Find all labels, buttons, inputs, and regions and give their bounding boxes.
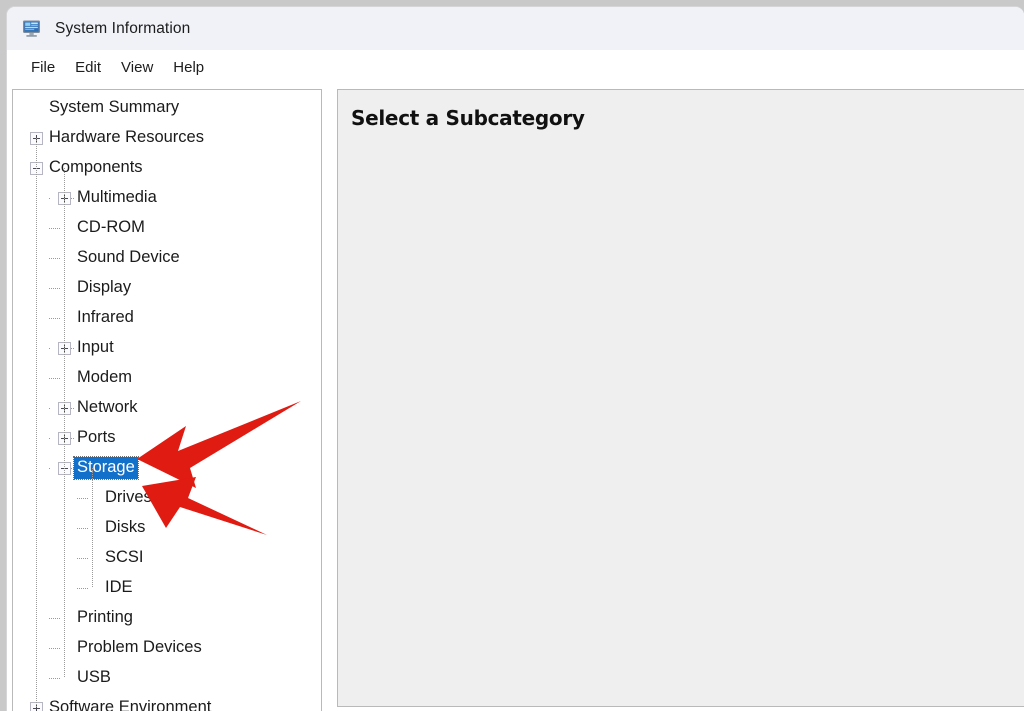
tree-connector-line bbox=[71, 468, 74, 469]
tree-connector-line bbox=[49, 318, 60, 319]
tree-item-label: Problem Devices bbox=[77, 638, 202, 657]
tree-connector-line bbox=[71, 348, 74, 349]
tree-connector-line bbox=[49, 648, 60, 649]
tree-connector-line bbox=[49, 288, 60, 289]
tree-item-modem[interactable]: Modem bbox=[13, 363, 321, 393]
tree-connector-line bbox=[49, 468, 51, 469]
tree-item-drives[interactable]: Drives bbox=[13, 483, 321, 513]
menu-item-help[interactable]: Help bbox=[163, 57, 214, 78]
tree-connector-line bbox=[77, 558, 88, 559]
tree-connector-line bbox=[49, 258, 60, 259]
category-tree: System Summary Hardware Resources Componen… bbox=[13, 90, 321, 711]
tree-item-label: Sound Device bbox=[77, 248, 180, 267]
tree-item-software-environment[interactable]: Software Environment bbox=[13, 693, 321, 711]
tree-item-label: CD-ROM bbox=[77, 218, 145, 237]
tree-connector-line bbox=[71, 438, 74, 439]
menu-item-edit[interactable]: Edit bbox=[65, 57, 111, 78]
tree-item-input[interactable]: Input bbox=[13, 333, 321, 363]
tree-item-printing[interactable]: Printing bbox=[13, 603, 321, 633]
tree-item-label: Hardware Resources bbox=[49, 128, 204, 147]
tree-connector-line bbox=[77, 528, 88, 529]
tree-item-infrared[interactable]: Infrared bbox=[13, 303, 321, 333]
tree-item-sound-device[interactable]: Sound Device bbox=[13, 243, 321, 273]
tree-connector-line bbox=[49, 348, 51, 349]
tree-item-problem-devices[interactable]: Problem Devices bbox=[13, 633, 321, 663]
tree-connector-line bbox=[49, 378, 60, 379]
tree-connector-line bbox=[71, 408, 74, 409]
tree-connector-line bbox=[36, 138, 37, 708]
tree-connector-line bbox=[49, 618, 60, 619]
tree-item-display[interactable]: Display bbox=[13, 273, 321, 303]
tree-item-network[interactable]: Network bbox=[13, 393, 321, 423]
tree-item-label: USB bbox=[77, 668, 111, 687]
tree-connector-line bbox=[92, 468, 93, 588]
tree-item-label: Display bbox=[77, 278, 132, 297]
tree-connector-line bbox=[49, 408, 51, 409]
tree-connector-line bbox=[49, 228, 60, 229]
tree-connector-line bbox=[49, 678, 60, 679]
tree-item-disks[interactable]: Disks bbox=[13, 513, 321, 543]
screenshot-root: System Information File Edit View Help S… bbox=[0, 0, 1024, 711]
tree-item-ide[interactable]: IDE bbox=[13, 573, 321, 603]
tree-item-label: Disks bbox=[105, 518, 146, 537]
tree-item-scsi[interactable]: SCSI bbox=[13, 543, 321, 573]
tree-item-label: SCSI bbox=[105, 548, 144, 567]
window-titlebar: System Information bbox=[7, 7, 1024, 50]
tree-item-cd-rom[interactable]: CD-ROM bbox=[13, 213, 321, 243]
tree-item-usb[interactable]: USB bbox=[13, 663, 321, 693]
tree-item-label: Printing bbox=[77, 608, 133, 627]
content-heading: Select a Subcategory bbox=[351, 106, 585, 130]
menu-bar: File Edit View Help bbox=[7, 50, 1024, 85]
category-tree-panel[interactable]: System Summary Hardware Resources Componen… bbox=[12, 89, 322, 711]
subcategory-content-panel: Select a Subcategory bbox=[337, 89, 1024, 707]
tree-item-label: Storage bbox=[73, 456, 139, 480]
tree-item-label: Software Environment bbox=[49, 698, 212, 711]
tree-connector-line bbox=[64, 168, 65, 678]
menu-item-view[interactable]: View bbox=[111, 57, 163, 78]
system-information-icon bbox=[22, 20, 44, 38]
tree-item-multimedia[interactable]: Multimedia bbox=[13, 183, 321, 213]
tree-item-label: Modem bbox=[77, 368, 133, 387]
tree-connector-line bbox=[77, 588, 88, 589]
tree-connector-line bbox=[49, 438, 51, 439]
tree-item-label: Input bbox=[77, 338, 114, 357]
tree-item-label: System Summary bbox=[49, 98, 180, 117]
menu-item-file[interactable]: File bbox=[21, 57, 65, 78]
tree-item-ports[interactable]: Ports bbox=[13, 423, 321, 453]
tree-connector-line bbox=[77, 498, 88, 499]
tree-item-hardware-resources[interactable]: Hardware Resources bbox=[13, 123, 321, 153]
tree-item-label: Ports bbox=[77, 428, 116, 447]
window-title: System Information bbox=[55, 19, 191, 37]
tree-item-label: IDE bbox=[105, 578, 133, 597]
tree-item-components[interactable]: Components bbox=[13, 153, 321, 183]
tree-item-label: Drives bbox=[105, 488, 152, 507]
client-area: System Summary Hardware Resources Componen… bbox=[7, 85, 1024, 711]
tree-item-label: Multimedia bbox=[77, 188, 157, 207]
tree-item-label: Components bbox=[49, 158, 143, 177]
tree-connector-line bbox=[71, 198, 74, 199]
system-information-window: System Information File Edit View Help S… bbox=[6, 6, 1024, 711]
tree-item-label: Infrared bbox=[77, 308, 134, 327]
tree-item-system-summary[interactable]: System Summary bbox=[13, 93, 321, 123]
tree-item-storage[interactable]: Storage bbox=[13, 453, 321, 483]
tree-item-label: Network bbox=[77, 398, 138, 417]
tree-connector-line bbox=[49, 198, 51, 199]
